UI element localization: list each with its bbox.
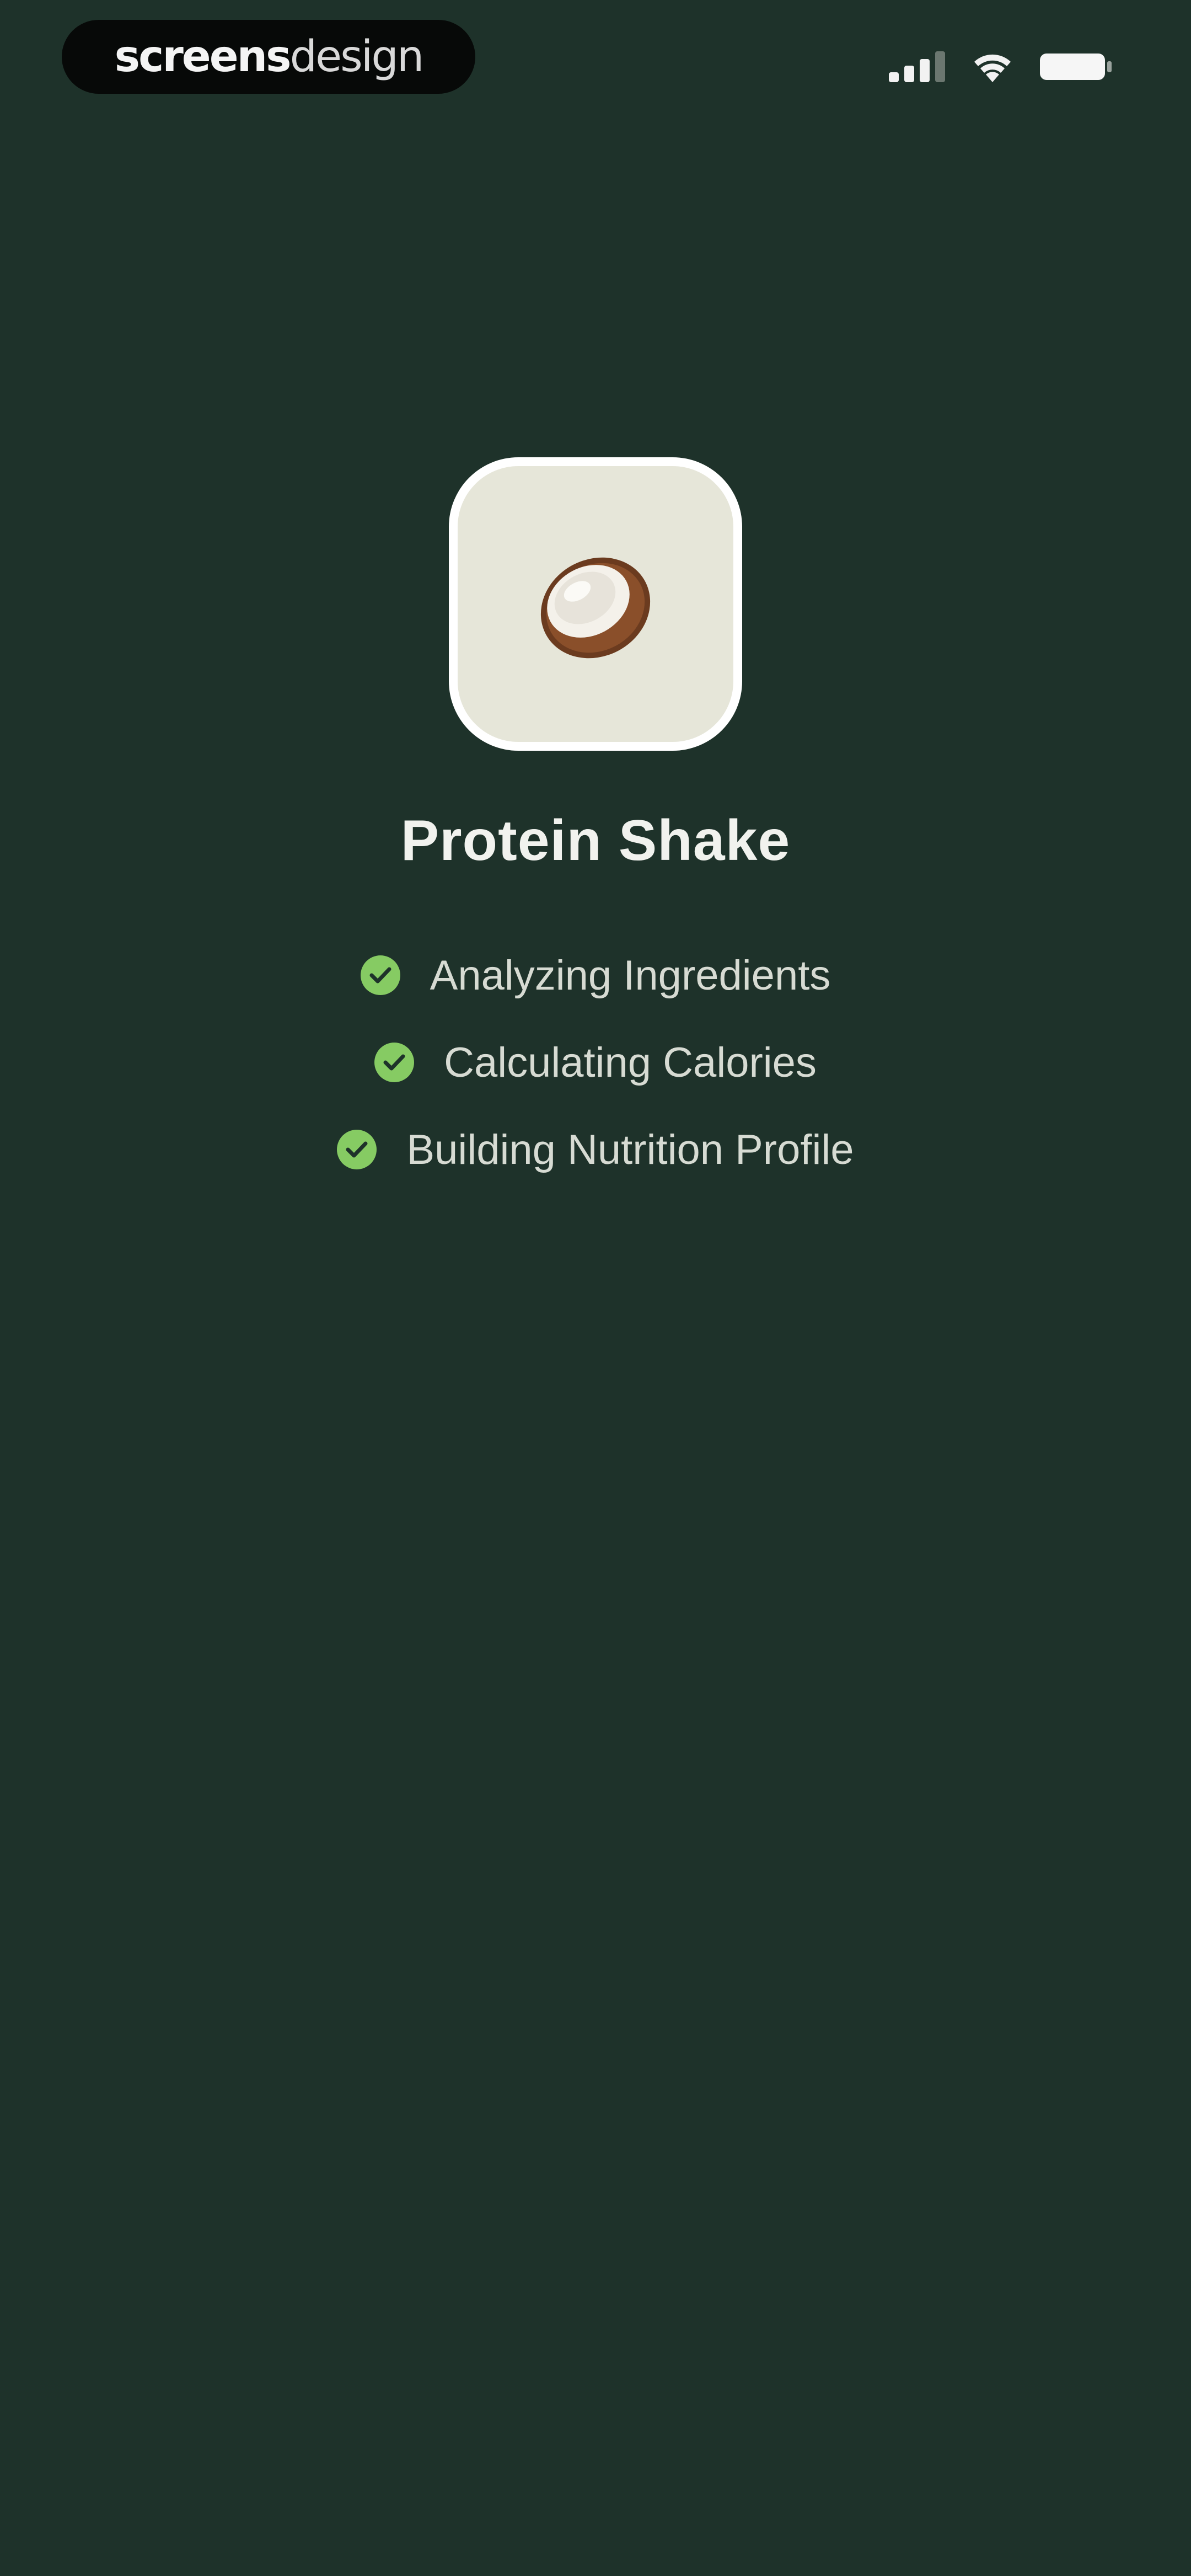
step-label: Calculating Calories (444, 1039, 817, 1086)
step-label: Analyzing Ingredients (430, 952, 831, 999)
signal-icon (889, 51, 946, 82)
analysis-screen: screensdesign Protein Shake Analyzing In… (0, 0, 1191, 2576)
food-image-tile (458, 466, 733, 742)
check-icon (360, 955, 400, 995)
brand-badge: screensdesign (62, 20, 475, 94)
check-icon (374, 1043, 415, 1082)
wifi-icon (973, 51, 1012, 82)
step-analyzing-ingredients: Analyzing Ingredients (360, 949, 831, 1002)
check-icon (337, 1130, 377, 1169)
status-icons (889, 47, 1114, 86)
brand-logo-light: design (289, 32, 425, 82)
battery-icon (1039, 51, 1114, 82)
step-label: Building Nutrition Profile (406, 1126, 854, 1173)
coconut-icon (532, 546, 659, 662)
item-title: Protein Shake (400, 809, 791, 873)
brand-logo-strong: screens (114, 32, 292, 82)
step-building-nutrition-profile: Building Nutrition Profile (337, 1123, 854, 1176)
status-bar: screensdesign (0, 0, 1191, 121)
step-calculating-calories: Calculating Calories (374, 1036, 817, 1089)
brand-logo: screensdesign (114, 32, 425, 82)
analysis-steps: Analyzing Ingredients Calculating Calori… (0, 949, 1191, 1176)
